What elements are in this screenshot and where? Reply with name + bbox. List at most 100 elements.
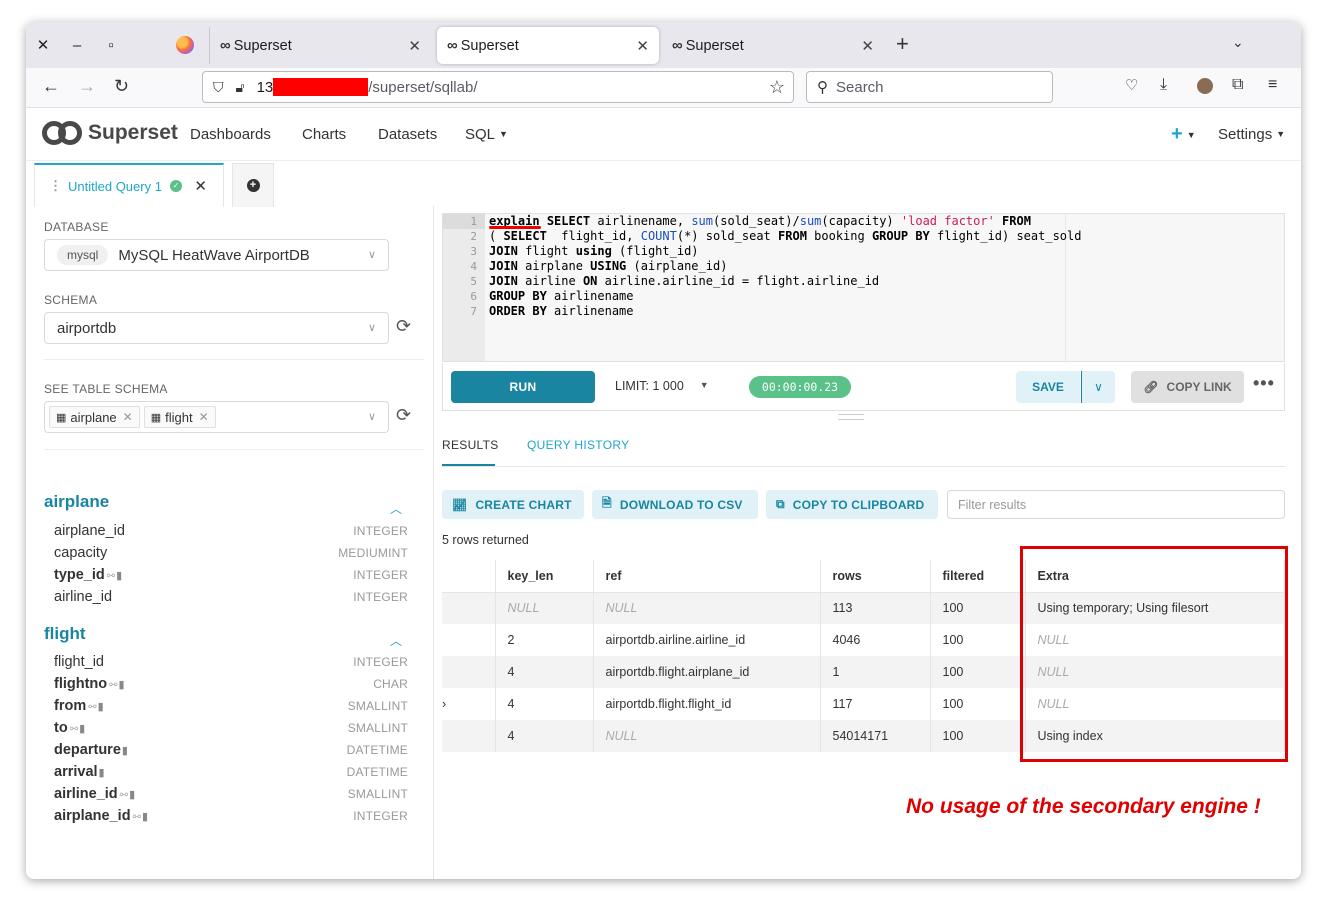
red-highlight-box xyxy=(1020,546,1288,762)
nav-charts[interactable]: Charts xyxy=(302,126,346,143)
save-dropdown-button[interactable]: ∨ xyxy=(1081,371,1115,403)
insecure-lock-icon: 🔓︎ xyxy=(235,78,245,95)
menu-hamburger-icon[interactable]: ≡ xyxy=(1268,76,1277,94)
url-bar[interactable]: ⛉ 🔓︎ 13 /superset/sqllab/ ☆ xyxy=(202,71,794,103)
copy-to-clipboard-button[interactable]: ⧉ COPY TO CLIPBOARD xyxy=(766,490,938,519)
column-header[interactable]: ref xyxy=(593,560,821,593)
new-tab-icon[interactable]: + xyxy=(896,33,909,55)
drag-handle-icon[interactable]: ⋮ xyxy=(49,178,62,194)
nav-dashboards[interactable]: Dashboards xyxy=(190,126,271,143)
maximize-window-icon[interactable]: ▫ xyxy=(98,22,124,68)
key-icon: ⚯ xyxy=(88,702,97,713)
extensions-icon[interactable]: ⧉ xyxy=(1232,76,1243,94)
settings-menu[interactable]: Settings ▼ xyxy=(1218,126,1285,143)
browser-tab[interactable]: ∞ Superset ✕ xyxy=(662,27,884,64)
bookmark-star-icon[interactable]: ☆ xyxy=(769,77,785,98)
more-options-icon[interactable]: ••• xyxy=(1253,373,1275,394)
collapse-chevron-icon[interactable]: ︿ xyxy=(390,632,402,649)
copy-link-button[interactable]: 🔗︎ COPY LINK xyxy=(1131,371,1244,403)
search-input[interactable]: ⚲ Search xyxy=(806,71,1053,103)
browser-tab-active[interactable]: ∞ Superset ✕ xyxy=(437,27,659,64)
column-header[interactable]: rows xyxy=(820,560,931,593)
minimize-window-icon[interactable]: – xyxy=(64,22,90,68)
column-row: type_id ⚯▮ INTEGER xyxy=(54,567,408,583)
red-underline-annotation xyxy=(489,226,541,229)
list-tabs-chevron-icon[interactable]: ⌄ xyxy=(1232,34,1244,51)
run-button[interactable]: RUN xyxy=(451,371,595,403)
column-row: airline_id ⚯▮ SMALLINT xyxy=(54,786,408,802)
column-row: airline_id INTEGER xyxy=(54,589,408,605)
selected-table-tag[interactable]: ▦ airplane ✕ xyxy=(49,406,140,428)
column-header[interactable]: filtered xyxy=(930,560,1026,593)
nav-datasets[interactable]: Datasets xyxy=(378,126,437,143)
table-cell: 100 xyxy=(930,624,1026,656)
chevron-down-icon: ∨ xyxy=(1094,380,1103,394)
bookmark-icon: ▮ xyxy=(116,570,123,582)
resize-grip[interactable] xyxy=(838,414,864,420)
table-name-flight[interactable]: flight xyxy=(44,624,86,644)
table-cell xyxy=(442,720,496,752)
superset-favicon-icon: ∞ xyxy=(447,37,458,54)
column-header[interactable]: key_len xyxy=(495,560,594,593)
back-icon[interactable]: ← xyxy=(42,76,60,97)
create-chart-button[interactable]: 📈︎ CREATE CHART xyxy=(442,490,584,519)
table-cell: › xyxy=(442,688,496,720)
editor-gutter: 1 2 3 4 5 6 7 xyxy=(443,214,485,361)
chevron-down-icon: ∨ xyxy=(367,249,376,261)
sql-editor[interactable]: 1 2 3 4 5 6 7 explain SELECT airlinename… xyxy=(442,213,1285,362)
refresh-schema-icon[interactable]: ⟳ xyxy=(396,316,411,337)
nav-sql[interactable]: SQL ▼ xyxy=(465,126,508,143)
close-query-tab-icon[interactable]: ✕ xyxy=(194,177,207,195)
line-number: 5 xyxy=(470,275,477,288)
database-select[interactable]: mysql MySQL HeatWave AirportDB ∨ xyxy=(44,239,389,271)
account-avatar-icon[interactable] xyxy=(1197,78,1213,94)
line-number: 1 xyxy=(470,215,477,228)
code-line: JOIN flight using (flight_id) xyxy=(489,244,699,258)
refresh-tables-icon[interactable]: ⟳ xyxy=(396,405,411,426)
save-button[interactable]: SAVE xyxy=(1016,371,1080,403)
editor-controls: RUN LIMIT: 1 000 ▼ 00:00:00.23 SAVE ∨ 🔗︎ C… xyxy=(442,363,1285,411)
tab-results[interactable]: RESULTS xyxy=(442,438,499,452)
table-cell: NULL xyxy=(593,592,821,624)
limit-dropdown[interactable]: LIMIT: 1 000 ▼ xyxy=(615,379,709,393)
remove-tag-icon[interactable]: ✕ xyxy=(199,410,209,424)
table-name-airplane[interactable]: airplane xyxy=(44,492,109,512)
close-tab-icon[interactable]: ✕ xyxy=(408,37,421,55)
key-icon: ⚯ xyxy=(132,812,141,823)
redacted-host xyxy=(273,78,369,96)
filter-results-input[interactable]: Filter results xyxy=(947,490,1285,519)
superset-logo[interactable]: Superset xyxy=(42,121,178,145)
caret-down-icon: ▼ xyxy=(499,129,508,139)
collapse-chevron-icon[interactable]: ︿ xyxy=(390,500,402,517)
close-window-icon[interactable]: ✕ xyxy=(30,22,56,68)
add-new-button[interactable]: + ▼ xyxy=(1171,123,1196,146)
code-line: JOIN airplane USING (airplane_id) xyxy=(489,259,728,273)
downloads-icon[interactable]: ⤓ xyxy=(1160,76,1167,94)
download-csv-button[interactable]: 🗎 DOWNLOAD TO CSV xyxy=(592,490,758,519)
pocket-icon[interactable]: ♡ xyxy=(1125,76,1138,94)
query-tab-active[interactable]: ⋮ Untitled Query 1 ✓ ✕ xyxy=(34,163,224,207)
superset-favicon-icon: ∞ xyxy=(220,37,231,54)
caret-down-icon: ▼ xyxy=(1276,129,1286,139)
close-tab-icon[interactable]: ✕ xyxy=(861,37,874,55)
tab-query-history[interactable]: QUERY HISTORY xyxy=(527,438,629,452)
new-query-tab-button[interactable]: + xyxy=(232,163,274,207)
browser-nav-bar: ← → ↻ ⛉ 🔓︎ 13 /superset/sqllab/ ☆ ⚲ Sear… xyxy=(26,68,1301,108)
schema-select[interactable]: airportdb ∨ xyxy=(44,312,389,344)
column-row: departure▮ DATETIME xyxy=(54,742,408,758)
table-cell xyxy=(442,656,496,688)
bookmark-icon: ▮ xyxy=(98,767,105,779)
reload-icon[interactable]: ↻ xyxy=(114,76,129,97)
chevron-down-icon: ∨ xyxy=(367,322,376,334)
bookmark-icon: ▮ xyxy=(97,701,104,713)
remove-tag-icon[interactable]: ✕ xyxy=(123,410,133,424)
line-number: 4 xyxy=(470,260,477,273)
divider xyxy=(44,449,424,450)
forward-icon[interactable]: → xyxy=(78,76,96,97)
table-multiselect[interactable]: ▦ airplane ✕ ▦ flight ✕ ∨ xyxy=(44,401,389,433)
table-cell: 54014171 xyxy=(820,720,931,752)
browser-tab[interactable]: ∞ Superset ✕ xyxy=(209,27,431,64)
close-tab-icon[interactable]: ✕ xyxy=(636,37,649,55)
column-header[interactable] xyxy=(442,560,496,593)
selected-table-tag[interactable]: ▦ flight ✕ xyxy=(143,406,216,428)
